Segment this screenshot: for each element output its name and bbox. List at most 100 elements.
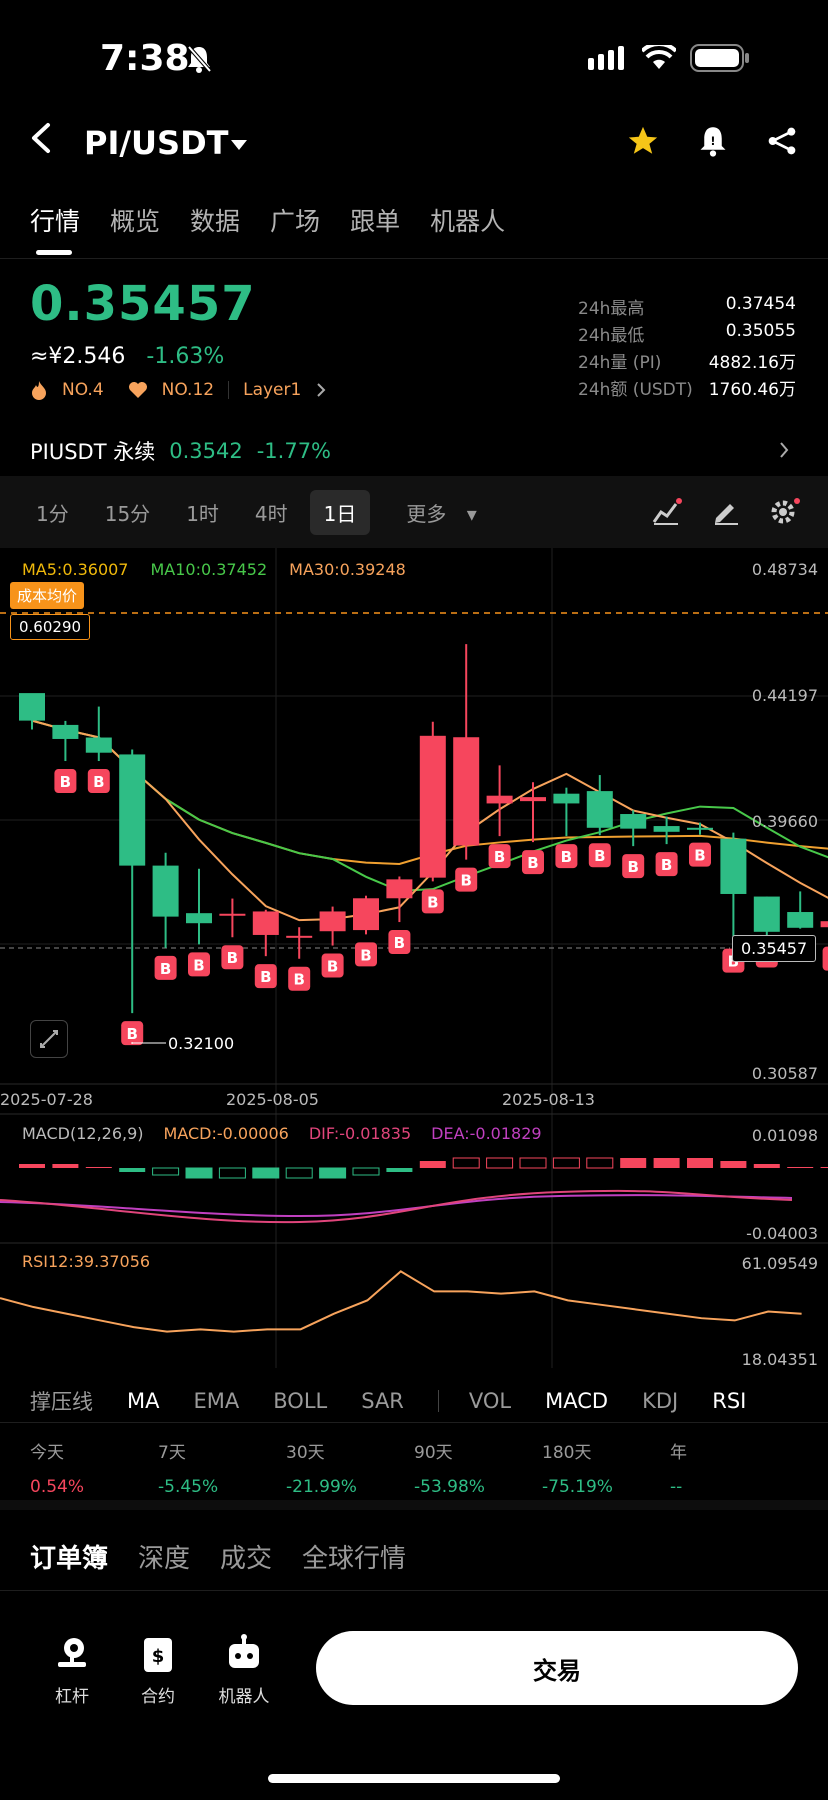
ind-ma[interactable]: MA — [127, 1389, 159, 1413]
divider — [0, 1422, 828, 1423]
tab-orderbook[interactable]: 订单簿 — [30, 1538, 108, 1575]
status-time: 7:38 — [100, 38, 190, 79]
buy-marker-label: B — [126, 1025, 137, 1043]
buy-marker-label: B — [594, 847, 605, 865]
low-price-label: 0.32100 — [168, 1034, 235, 1053]
macd-bar — [620, 1158, 647, 1168]
macd-bar — [218, 1167, 246, 1179]
tab-global[interactable]: 全球行情 — [302, 1538, 406, 1575]
svg-text:$: $ — [152, 1646, 165, 1667]
badge-separator — [228, 381, 230, 399]
tab-robot[interactable]: 机器人 — [430, 202, 505, 238]
share-icon[interactable] — [766, 124, 798, 158]
chart-tools — [652, 498, 800, 526]
trade-button[interactable]: 交易 — [316, 1631, 798, 1705]
nav-contract[interactable]: $ 合约 — [118, 1632, 198, 1707]
macd-bar — [720, 1161, 747, 1168]
popularity-badge[interactable]: NO.12 — [162, 380, 214, 400]
section-divider — [0, 1500, 828, 1510]
candle-body — [820, 921, 828, 928]
star-icon[interactable] — [626, 124, 660, 158]
tf-1m[interactable]: 1分 — [22, 490, 83, 535]
tf-more-label: 更多 — [406, 502, 447, 526]
candle-body — [787, 912, 814, 928]
cny-price: ≈¥2.546 — [30, 344, 126, 369]
perf-col: 30天 -21.99% — [286, 1438, 414, 1497]
draw-icon[interactable] — [712, 498, 740, 526]
ind-sar[interactable]: SAR — [361, 1389, 404, 1413]
tab-trades[interactable]: 成交 — [220, 1538, 272, 1575]
tf-15m[interactable]: 15分 — [91, 490, 164, 535]
stat-value: 0.37454 — [725, 294, 796, 314]
dea-value: DEA:-0.01829 — [431, 1124, 542, 1143]
ind-macd[interactable]: MACD — [545, 1389, 608, 1413]
tab-square[interactable]: 广场 — [270, 202, 320, 238]
caret-down-icon[interactable] — [230, 136, 248, 155]
tf-more[interactable]: 更多 ▾ — [378, 490, 490, 535]
performance-row: 今天 0.54% 7天 -5.45% 30天 -21.99% 90天 -53.98% 1… — [30, 1438, 810, 1497]
tab-underline — [36, 250, 72, 255]
stat-label: 24h最低 — [578, 326, 645, 346]
nav-leverage[interactable]: 杠杆 — [32, 1632, 112, 1707]
macd-bar — [486, 1157, 514, 1169]
rank-badge[interactable]: NO.4 — [62, 380, 104, 400]
candle-body — [386, 879, 413, 899]
indicator-icon[interactable] — [652, 498, 682, 526]
chevron-right-icon[interactable] — [778, 440, 790, 464]
tab-copytrade[interactable]: 跟单 — [350, 202, 400, 238]
buy-marker-label: B — [293, 971, 304, 989]
pair-selector[interactable]: PI/USDT — [84, 124, 228, 162]
macd-bar — [352, 1167, 380, 1176]
fire-icon — [32, 381, 46, 400]
perf-label: 90天 — [414, 1443, 453, 1463]
macd-bar — [753, 1164, 780, 1168]
cellular-icon — [588, 46, 624, 70]
badges: NO.4 NO.12 Layer1 — [30, 380, 327, 400]
nav-label: 机器人 — [218, 1687, 270, 1707]
candle-body — [186, 913, 212, 924]
change-percent: -1.63% — [146, 344, 225, 369]
settings-icon[interactable] — [770, 498, 800, 526]
candle-body — [753, 896, 780, 932]
expand-icon[interactable] — [30, 1020, 68, 1058]
buy-marker-label: B — [193, 956, 204, 974]
macd-bar — [519, 1157, 547, 1169]
buy-marker-label: B — [460, 872, 471, 890]
ind-support[interactable]: 撑压线 — [30, 1386, 93, 1416]
stats-panel: 24h最高 0.37454 24h最低 0.35055 24h量 (PI) 4882.… — [578, 294, 796, 402]
tab-data[interactable]: 数据 — [190, 202, 240, 238]
candle-body — [353, 898, 379, 931]
yaxis-label: 0.30587 — [751, 1064, 818, 1083]
macd-bar — [52, 1164, 79, 1168]
macd-bar — [19, 1164, 45, 1168]
cost-tag: 成本均价 — [10, 582, 85, 609]
candle-body — [152, 865, 179, 917]
candle-body — [252, 911, 279, 935]
tab-depth[interactable]: 深度 — [138, 1538, 190, 1575]
nav-robot[interactable]: 机器人 — [204, 1632, 284, 1707]
tf-1h[interactable]: 1时 — [172, 490, 233, 535]
tab-overview[interactable]: 概览 — [110, 202, 160, 238]
bell-icon[interactable]: ! — [698, 124, 728, 158]
home-indicator — [268, 1774, 560, 1783]
tf-4h[interactable]: 4时 — [241, 490, 302, 535]
ma5-label: MA5:0.36007 — [22, 560, 129, 579]
ind-kdj[interactable]: KDJ — [642, 1389, 678, 1413]
stat-label: 24h最高 — [578, 299, 645, 319]
ind-ema[interactable]: EMA — [193, 1389, 239, 1413]
category-badge[interactable]: Layer1 — [243, 380, 301, 400]
tf-1d[interactable]: 1日 — [309, 490, 371, 535]
ind-rsi[interactable]: RSI — [712, 1389, 746, 1413]
tab-market[interactable]: 行情 — [30, 202, 80, 238]
cny-price-row: ≈¥2.546 -1.63% — [30, 344, 224, 369]
ma30-label: MA30:0.39248 — [289, 560, 406, 579]
ind-vol[interactable]: VOL — [469, 1389, 511, 1413]
ind-boll[interactable]: BOLL — [273, 1389, 327, 1413]
ma10-label: MA10:0.37452 — [150, 560, 268, 579]
back-button[interactable] — [28, 122, 54, 158]
stat-label: 24h额 (USDT) — [578, 380, 693, 400]
perf-value: -53.98% — [414, 1477, 485, 1497]
perf-value: -75.19% — [542, 1477, 613, 1497]
buy-marker-label: B — [160, 960, 171, 978]
perpetual-row[interactable]: PIUSDT 永续 0.3542 -1.77% — [30, 436, 331, 466]
